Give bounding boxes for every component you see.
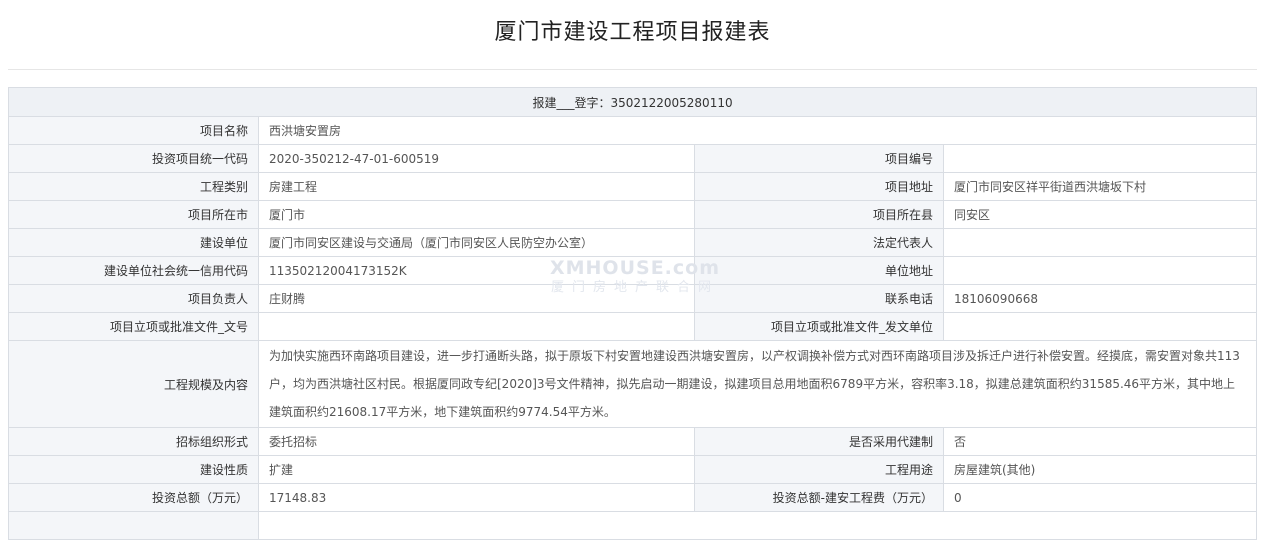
phone-value: 18106090668: [942, 284, 1258, 313]
construction-unit-value: 厦门市同安区建设与交通局（厦门市同安区人民防空办公室）: [258, 228, 695, 257]
table-row: 招标组织形式 委托招标 是否采用代建制 否: [8, 427, 1258, 456]
field-label: 联系电话: [694, 284, 944, 313]
agent-system-value: 否: [942, 427, 1258, 456]
project-county-value: 同安区: [942, 200, 1258, 229]
table-row: 投资项目统一代码 2020-350212-47-01-600519 项目编号: [8, 144, 1258, 173]
approval-doc-no-value: [258, 312, 695, 341]
title-divider: [8, 69, 1257, 70]
credit-code-value: 11350212004173152K: [258, 256, 695, 285]
field-label: 项目地址: [694, 172, 944, 201]
registration-number: 报建___登字：3502122005280110: [7, 87, 1258, 117]
table-row: 项目立项或批准文件_文号 项目立项或批准文件_发文单位: [8, 312, 1258, 341]
field-label: 项目立项或批准文件_文号: [8, 312, 259, 341]
total-investment-value: 17148.83: [258, 483, 695, 512]
field-label: 项目编号: [694, 144, 944, 173]
field-label: 项目负责人: [8, 284, 259, 313]
field-label: 建设单位: [8, 228, 259, 257]
field-label: 工程用途: [694, 455, 944, 484]
field-label: 招标组织形式: [8, 427, 259, 456]
field-label: 投资总额-建安工程费（万元）: [694, 483, 944, 512]
approval-issuer-value: [942, 312, 1258, 341]
project-address-value: 厦门市同安区祥平街道西洪塘坂下村: [942, 172, 1258, 201]
field-label: 法定代表人: [694, 228, 944, 257]
project-number-value: [942, 144, 1258, 173]
field-label: 项目所在市: [8, 200, 259, 229]
project-city-value: 厦门市: [258, 200, 695, 229]
table-row: 投资总额（万元） 17148.83 投资总额-建安工程费（万元） 0: [8, 483, 1258, 512]
field-label: 是否采用代建制: [694, 427, 944, 456]
project-category-value: 房建工程: [258, 172, 695, 201]
field-label-empty: [8, 511, 259, 540]
table-header-row: 报建___登字：3502122005280110: [7, 87, 1258, 117]
field-label: 投资项目统一代码: [8, 144, 259, 173]
page-title: 厦门市建设工程项目报建表: [494, 20, 771, 45]
table-row: 项目名称 西洪塘安置房: [8, 116, 1258, 145]
field-label: 项目所在县: [694, 200, 944, 229]
field-label: 建设性质: [8, 455, 259, 484]
table-row: 建设单位 厦门市同安区建设与交通局（厦门市同安区人民防空办公室） 法定代表人: [8, 228, 1258, 257]
field-label: 项目名称: [8, 116, 259, 145]
table-row: 项目负责人 庄财腾 联系电话 18106090668: [8, 284, 1258, 313]
table-row-partial: [8, 511, 1258, 540]
field-label: 建设单位社会统一信用代码: [8, 256, 259, 285]
table-row: 建设性质 扩建 工程用途 房屋建筑(其他): [8, 455, 1258, 484]
legal-rep-value: [942, 228, 1258, 257]
table-row: 建设单位社会统一信用代码 11350212004173152K 单位地址: [8, 256, 1258, 285]
project-leader-value: 庄财腾: [258, 284, 695, 313]
table-row: 工程类别 房建工程 项目地址 厦门市同安区祥平街道西洪塘坂下村: [8, 172, 1258, 201]
field-label: 单位地址: [694, 256, 944, 285]
tender-form-value: 委托招标: [258, 427, 695, 456]
investment-code-value: 2020-350212-47-01-600519: [258, 144, 695, 173]
construction-nature-value: 扩建: [258, 455, 695, 484]
field-label: 工程类别: [8, 172, 259, 201]
field-value-empty: [257, 511, 1258, 540]
unit-address-value: [942, 256, 1258, 285]
field-label: 投资总额（万元）: [8, 483, 259, 512]
install-cost-value: 0: [942, 483, 1258, 512]
engineering-use-value: 房屋建筑(其他): [942, 455, 1258, 484]
project-name-value: 西洪塘安置房: [257, 116, 1258, 145]
field-label: 工程规模及内容: [8, 340, 259, 428]
scale-content-value: 为加快实施西环南路项目建设，进一步打通断头路，拟于原坂下村安置地建设西洪塘安置房…: [257, 340, 1258, 428]
table-row: 工程规模及内容 为加快实施西环南路项目建设，进一步打通断头路，拟于原坂下村安置地…: [8, 340, 1258, 428]
table-row: 项目所在市 厦门市 项目所在县 同安区: [8, 200, 1258, 229]
project-registration-table: 报建___登字：3502122005280110 项目名称 西洪塘安置房 投资项…: [7, 87, 1258, 540]
field-label: 项目立项或批准文件_发文单位: [694, 312, 944, 341]
